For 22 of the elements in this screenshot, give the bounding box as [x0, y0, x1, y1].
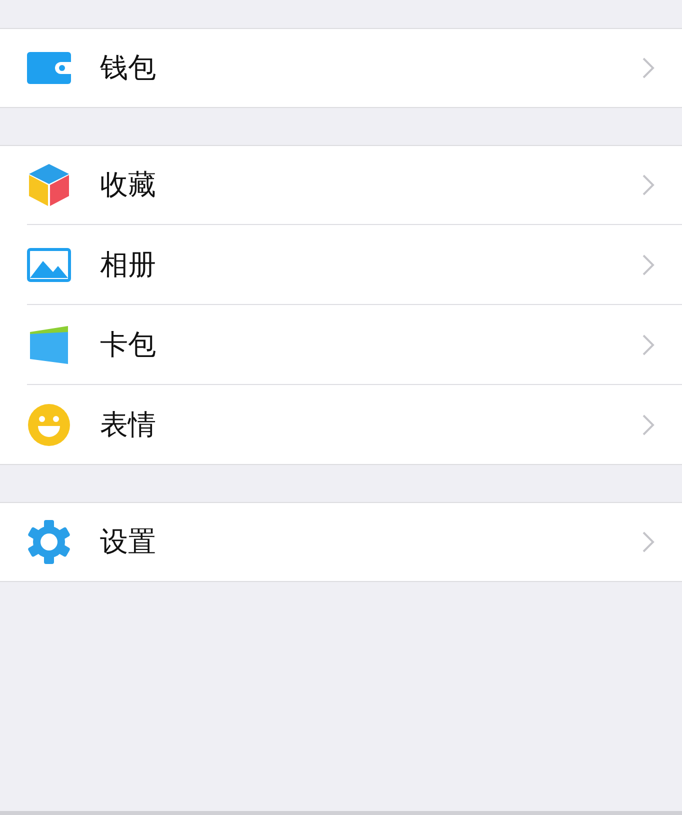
menu-item[interactable]: 表情 [27, 384, 682, 464]
chevron-icon [642, 334, 655, 356]
chevron-icon [642, 414, 655, 436]
menu-label: 表情 [100, 406, 157, 442]
smiley-icon [28, 404, 70, 446]
menu-label: 相册 [100, 246, 157, 282]
menu-label: 设置 [100, 524, 157, 560]
cube-icon [29, 164, 69, 206]
menu-item[interactable]: 收藏 [27, 146, 682, 224]
menu-label: 钱包 [100, 50, 157, 86]
card-icon [28, 326, 70, 364]
chevron-icon [642, 57, 655, 79]
wallet-icon [27, 52, 71, 84]
menu-label: 卡包 [100, 326, 157, 362]
chevron-icon [642, 254, 655, 276]
chevron-icon [642, 531, 655, 553]
picture-frame-icon [27, 248, 71, 282]
chevron-icon [642, 174, 655, 196]
menu-item[interactable]: 相册 [27, 224, 682, 304]
menu-label: 收藏 [100, 167, 157, 203]
menu-item[interactable]: 卡包 [27, 304, 682, 384]
settings-icon [27, 520, 71, 564]
